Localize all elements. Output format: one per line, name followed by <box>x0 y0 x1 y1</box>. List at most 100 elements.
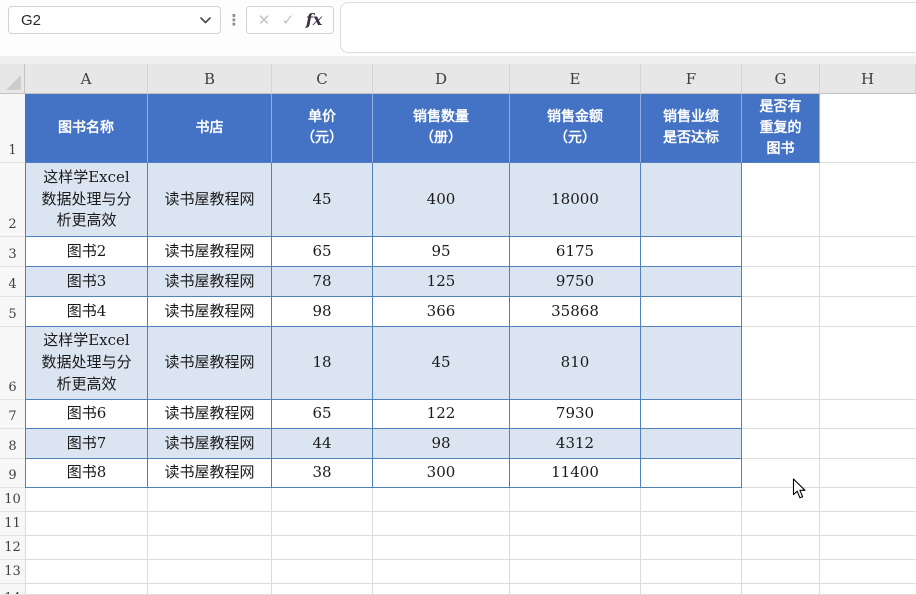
cell-B13[interactable] <box>148 560 272 584</box>
cell-A3[interactable]: 图书2 <box>25 237 148 267</box>
cell-A12[interactable] <box>25 536 148 560</box>
cell-C13[interactable] <box>272 560 373 584</box>
cell-H10[interactable] <box>820 488 916 512</box>
cell-H6[interactable] <box>820 327 916 400</box>
select-all-corner[interactable] <box>0 64 25 94</box>
cell-F12[interactable] <box>641 536 742 560</box>
cell-G5[interactable] <box>742 297 820 327</box>
chevron-down-icon[interactable] <box>200 17 211 24</box>
row-header-11[interactable]: 11 <box>0 512 25 536</box>
cell-G1[interactable]: 是否有 重复的 图书 <box>742 94 820 163</box>
column-header-E[interactable]: E <box>510 64 641 94</box>
cell-F3[interactable] <box>641 237 742 267</box>
cell-D14[interactable] <box>373 584 510 595</box>
cell-D6[interactable]: 45 <box>373 327 510 400</box>
cell-G6[interactable] <box>742 327 820 400</box>
cell-F9[interactable] <box>641 459 742 488</box>
cell-G13[interactable] <box>742 560 820 584</box>
cell-E3[interactable]: 6175 <box>510 237 641 267</box>
cell-G7[interactable] <box>742 400 820 429</box>
row-header-12[interactable]: 12 <box>0 536 25 560</box>
cell-B6[interactable]: 读书屋教程网 <box>148 327 272 400</box>
cell-H12[interactable] <box>820 536 916 560</box>
cell-F5[interactable] <box>641 297 742 327</box>
cell-F13[interactable] <box>641 560 742 584</box>
cell-G8[interactable] <box>742 429 820 459</box>
cell-D2[interactable]: 400 <box>373 163 510 237</box>
cell-B2[interactable]: 读书屋教程网 <box>148 163 272 237</box>
cell-H1[interactable] <box>820 94 916 163</box>
cell-B1[interactable]: 书店 <box>148 94 272 163</box>
cell-G3[interactable] <box>742 237 820 267</box>
row-header-3[interactable]: 3 <box>0 237 25 267</box>
cell-C8[interactable]: 44 <box>272 429 373 459</box>
row-header-13[interactable]: 13 <box>0 560 25 584</box>
column-header-A[interactable]: A <box>25 64 148 94</box>
cell-B12[interactable] <box>148 536 272 560</box>
column-header-G[interactable]: G <box>742 64 820 94</box>
cell-C2[interactable]: 45 <box>272 163 373 237</box>
column-header-F[interactable]: F <box>641 64 742 94</box>
cell-G12[interactable] <box>742 536 820 560</box>
cell-A10[interactable] <box>25 488 148 512</box>
cell-A1[interactable]: 图书名称 <box>25 94 148 163</box>
row-header-5[interactable]: 5 <box>0 297 25 327</box>
cell-D8[interactable]: 98 <box>373 429 510 459</box>
row-header-7[interactable]: 7 <box>0 400 25 429</box>
cell-F8[interactable] <box>641 429 742 459</box>
cell-C11[interactable] <box>272 512 373 536</box>
cell-A13[interactable] <box>25 560 148 584</box>
cell-H11[interactable] <box>820 512 916 536</box>
cell-E7[interactable]: 7930 <box>510 400 641 429</box>
cell-C10[interactable] <box>272 488 373 512</box>
cell-A5[interactable]: 图书4 <box>25 297 148 327</box>
cell-E2[interactable]: 18000 <box>510 163 641 237</box>
cell-G14[interactable] <box>742 584 820 595</box>
cell-A14[interactable] <box>25 584 148 595</box>
cell-E11[interactable] <box>510 512 641 536</box>
cell-B11[interactable] <box>148 512 272 536</box>
cell-C9[interactable]: 38 <box>272 459 373 488</box>
cell-D13[interactable] <box>373 560 510 584</box>
cell-G4[interactable] <box>742 267 820 297</box>
row-header-2[interactable]: 2 <box>0 163 25 237</box>
cell-A11[interactable] <box>25 512 148 536</box>
cell-A4[interactable]: 图书3 <box>25 267 148 297</box>
cell-A9[interactable]: 图书8 <box>25 459 148 488</box>
column-header-B[interactable]: B <box>148 64 272 94</box>
cell-E4[interactable]: 9750 <box>510 267 641 297</box>
cell-B10[interactable] <box>148 488 272 512</box>
cell-D4[interactable]: 125 <box>373 267 510 297</box>
cell-F7[interactable] <box>641 400 742 429</box>
cell-C1[interactable]: 单价 （元） <box>272 94 373 163</box>
cell-E14[interactable] <box>510 584 641 595</box>
cell-B3[interactable]: 读书屋教程网 <box>148 237 272 267</box>
cell-B4[interactable]: 读书屋教程网 <box>148 267 272 297</box>
cell-E6[interactable]: 810 <box>510 327 641 400</box>
column-header-H[interactable]: H <box>820 64 916 94</box>
column-header-D[interactable]: D <box>373 64 510 94</box>
cell-E8[interactable]: 4312 <box>510 429 641 459</box>
cancel-entry-button[interactable]: ✕ <box>258 13 271 28</box>
cell-B14[interactable] <box>148 584 272 595</box>
cell-H3[interactable] <box>820 237 916 267</box>
cell-F4[interactable] <box>641 267 742 297</box>
cell-G2[interactable] <box>742 163 820 237</box>
row-header-10[interactable]: 10 <box>0 488 25 512</box>
formula-bar-input[interactable] <box>340 2 916 53</box>
drag-handle-icon[interactable]: ⋮ <box>227 6 241 34</box>
cell-F2[interactable] <box>641 163 742 237</box>
row-header-1[interactable]: 1 <box>0 94 25 163</box>
cell-B7[interactable]: 读书屋教程网 <box>148 400 272 429</box>
cell-H14[interactable] <box>820 584 916 595</box>
cell-D5[interactable]: 366 <box>373 297 510 327</box>
cell-A7[interactable]: 图书6 <box>25 400 148 429</box>
cell-H2[interactable] <box>820 163 916 237</box>
cell-H8[interactable] <box>820 429 916 459</box>
cell-E9[interactable]: 11400 <box>510 459 641 488</box>
cell-H7[interactable] <box>820 400 916 429</box>
row-header-6[interactable]: 6 <box>0 327 25 400</box>
cell-C14[interactable] <box>272 584 373 595</box>
cell-G11[interactable] <box>742 512 820 536</box>
row-header-14[interactable]: 14 <box>0 584 25 595</box>
